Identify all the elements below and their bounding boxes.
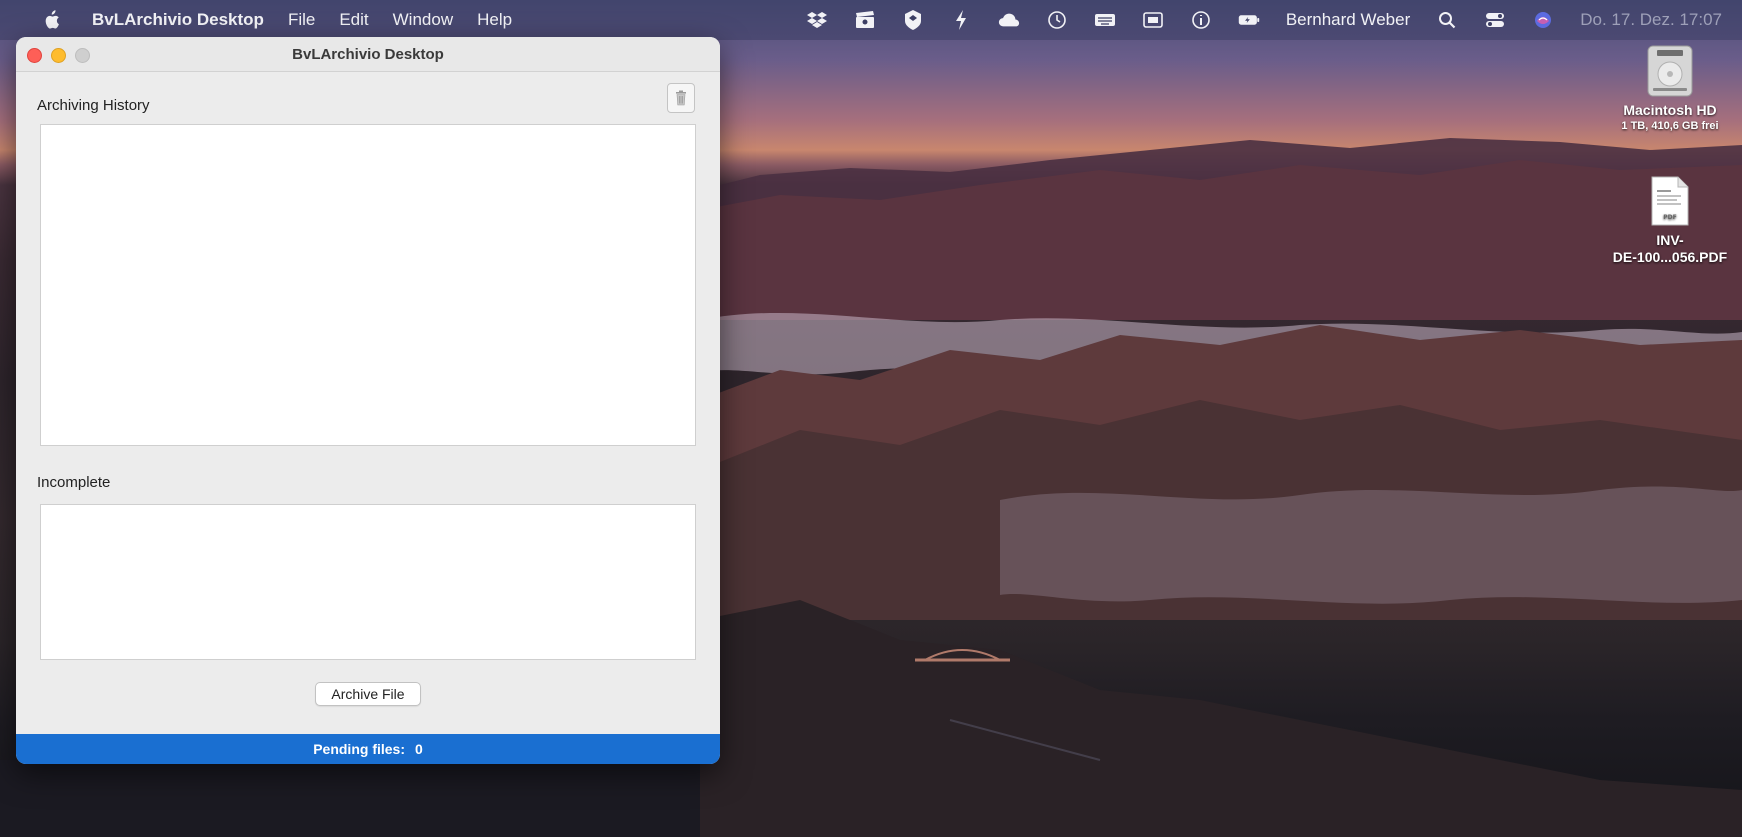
menu-file[interactable]: File (288, 10, 315, 30)
pdf-desktop-icon[interactable]: PDF INV- DE-100...056.PDF (1598, 176, 1742, 266)
archiving-history-list[interactable] (40, 124, 696, 446)
menu-clock[interactable]: Do. 17. Dez. 17:07 (1580, 10, 1722, 30)
clapperboard-icon[interactable] (854, 9, 876, 31)
disk-label: Macintosh HD (1623, 102, 1717, 118)
keyboard-icon[interactable] (1094, 9, 1116, 31)
dropbox-icon[interactable] (806, 9, 828, 31)
pdf-label-line2: DE-100...056.PDF (1612, 249, 1728, 265)
minimize-button[interactable] (51, 48, 66, 63)
clear-history-button[interactable] (667, 83, 695, 113)
archive-file-button[interactable]: Archive File (315, 682, 421, 706)
close-button[interactable] (27, 48, 42, 63)
cloud-icon[interactable] (998, 9, 1020, 31)
zoom-button[interactable] (75, 48, 90, 63)
window-title: BvLArchivio Desktop (292, 45, 444, 63)
trash-icon (676, 90, 686, 106)
lightning-icon[interactable] (950, 9, 972, 31)
control-center-icon[interactable] (1484, 9, 1506, 31)
hard-drive-icon (1647, 45, 1693, 97)
menu-edit[interactable]: Edit (339, 10, 368, 30)
battery-icon[interactable] (1238, 9, 1260, 31)
window-titlebar[interactable]: BvLArchivio Desktop (16, 37, 720, 72)
disk-capacity: 1 TB, 410,6 GB frei (1621, 120, 1719, 132)
pdf-badge: PDF (1663, 214, 1676, 221)
shield-icon[interactable] (902, 9, 924, 31)
user-name[interactable]: Bernhard Weber (1286, 10, 1410, 30)
menu-app-name[interactable]: BvLArchivio Desktop (92, 10, 264, 30)
app-window: BvLArchivio Desktop Archiving History In… (16, 37, 720, 764)
incomplete-list[interactable] (40, 504, 696, 660)
pdf-file-icon: PDF (1651, 176, 1689, 226)
siri-icon[interactable] (1532, 9, 1554, 31)
apple-menu-icon[interactable] (40, 9, 62, 31)
menu-bar: BvLArchivio Desktop File Edit Window Hel… (0, 0, 1742, 40)
menu-help[interactable]: Help (477, 10, 512, 30)
incomplete-label: Incomplete (37, 474, 111, 491)
pending-files-label: Pending files: (313, 741, 405, 757)
time-machine-icon[interactable] (1046, 9, 1068, 31)
menu-window[interactable]: Window (393, 10, 453, 30)
archiving-history-label: Archiving History (37, 97, 150, 114)
macintosh-hd-desktop-icon[interactable]: Macintosh HD 1 TB, 410,6 GB frei (1598, 44, 1742, 133)
pending-files-count: 0 (415, 741, 423, 757)
display-icon[interactable] (1142, 9, 1164, 31)
pdf-label-line1: INV- (1656, 232, 1684, 248)
status-bar: Pending files: 0 (16, 734, 720, 764)
info-icon[interactable] (1190, 9, 1212, 31)
search-icon[interactable] (1436, 9, 1458, 31)
